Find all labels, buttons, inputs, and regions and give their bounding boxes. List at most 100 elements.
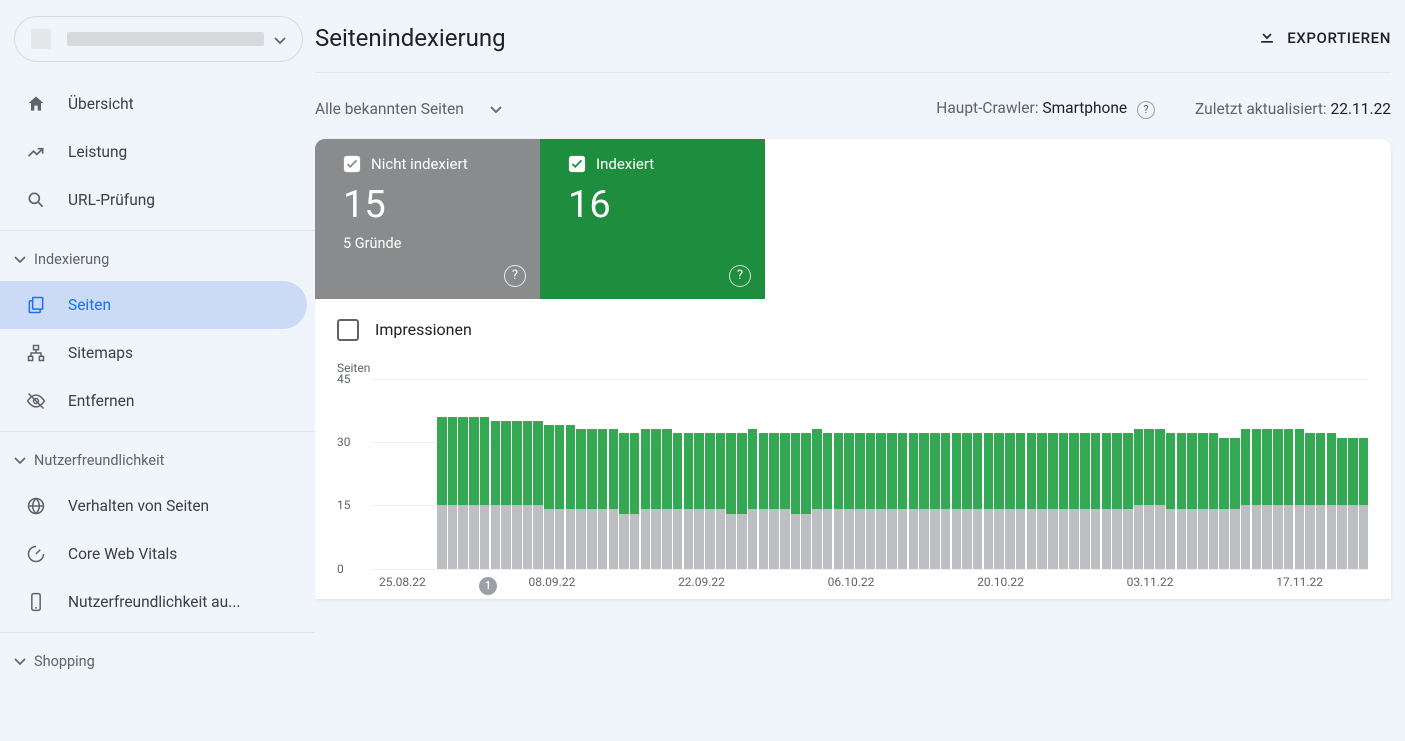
bar[interactable] bbox=[1337, 379, 1347, 569]
sidebar-section-ux[interactable]: Nutzerfreundlichkeit bbox=[0, 438, 307, 482]
bar[interactable] bbox=[823, 379, 833, 569]
help-icon[interactable]: ? bbox=[504, 265, 526, 287]
bar[interactable] bbox=[1048, 379, 1058, 569]
bar[interactable] bbox=[1027, 379, 1037, 569]
bar[interactable] bbox=[994, 379, 1004, 569]
bar[interactable] bbox=[844, 379, 854, 569]
bar[interactable] bbox=[1219, 379, 1229, 569]
bar[interactable] bbox=[737, 379, 747, 569]
bar[interactable] bbox=[587, 379, 597, 569]
bar[interactable] bbox=[1005, 379, 1015, 569]
tile-not-indexed[interactable]: Nicht indexiert 15 5 Gründe ? bbox=[315, 139, 540, 299]
annotation-dot[interactable]: 1 bbox=[479, 577, 497, 595]
bar[interactable] bbox=[448, 379, 458, 569]
bar[interactable] bbox=[1123, 379, 1133, 569]
bar[interactable] bbox=[458, 379, 468, 569]
bar[interactable] bbox=[855, 379, 865, 569]
bar[interactable] bbox=[1155, 379, 1165, 569]
bar[interactable] bbox=[1262, 379, 1272, 569]
bar[interactable] bbox=[598, 379, 608, 569]
bar[interactable] bbox=[791, 379, 801, 569]
bar[interactable] bbox=[523, 379, 533, 569]
bar[interactable] bbox=[1295, 379, 1305, 569]
bar[interactable] bbox=[930, 379, 940, 569]
bar[interactable] bbox=[662, 379, 672, 569]
bar[interactable] bbox=[533, 379, 543, 569]
filter-dropdown[interactable]: Alle bekannten Seiten bbox=[315, 100, 502, 118]
bar[interactable] bbox=[705, 379, 715, 569]
bar[interactable] bbox=[555, 379, 565, 569]
bar[interactable] bbox=[952, 379, 962, 569]
bar[interactable] bbox=[566, 379, 576, 569]
bar[interactable] bbox=[748, 379, 758, 569]
help-icon[interactable]: ? bbox=[729, 265, 751, 287]
bar[interactable] bbox=[769, 379, 779, 569]
bar[interactable] bbox=[876, 379, 886, 569]
sidebar-item-pages[interactable]: Seiten bbox=[0, 281, 307, 329]
bar[interactable] bbox=[1273, 379, 1283, 569]
bar[interactable] bbox=[1187, 379, 1197, 569]
bar[interactable] bbox=[1080, 379, 1090, 569]
bar[interactable] bbox=[576, 379, 586, 569]
bar[interactable] bbox=[1059, 379, 1069, 569]
bar[interactable] bbox=[1037, 379, 1047, 569]
bar[interactable] bbox=[1209, 379, 1219, 569]
bar[interactable] bbox=[909, 379, 919, 569]
sidebar-section-indexing[interactable]: Indexierung bbox=[0, 237, 307, 281]
bar[interactable] bbox=[1230, 379, 1240, 569]
sidebar-item-core-web-vitals[interactable]: Core Web Vitals bbox=[0, 530, 307, 578]
impressions-toggle[interactable]: Impressionen bbox=[315, 299, 1391, 347]
bar[interactable] bbox=[1241, 379, 1251, 569]
bar[interactable] bbox=[1144, 379, 1154, 569]
help-icon[interactable]: ? bbox=[1137, 101, 1155, 119]
bar[interactable] bbox=[694, 379, 704, 569]
bar[interactable] bbox=[630, 379, 640, 569]
bar[interactable] bbox=[1284, 379, 1294, 569]
bar[interactable] bbox=[1016, 379, 1026, 569]
bar[interactable] bbox=[759, 379, 769, 569]
export-button[interactable]: EXPORTIEREN bbox=[1257, 26, 1391, 50]
bar[interactable] bbox=[641, 379, 651, 569]
bar[interactable] bbox=[1316, 379, 1326, 569]
bar[interactable] bbox=[1305, 379, 1315, 569]
bar[interactable] bbox=[1359, 379, 1369, 569]
bar[interactable] bbox=[1134, 379, 1144, 569]
sidebar-item-page-experience[interactable]: Verhalten von Seiten bbox=[0, 482, 307, 530]
bar[interactable] bbox=[962, 379, 972, 569]
bar[interactable] bbox=[834, 379, 844, 569]
bar[interactable] bbox=[1112, 379, 1122, 569]
sidebar-item-performance[interactable]: Leistung bbox=[0, 128, 307, 176]
tile-indexed[interactable]: Indexiert 16 ? bbox=[540, 139, 765, 299]
sidebar-item-mobile-usability[interactable]: Nutzerfreundlichkeit au... bbox=[0, 578, 307, 626]
bar[interactable] bbox=[491, 379, 501, 569]
sidebar-item-overview[interactable]: Übersicht bbox=[0, 80, 307, 128]
bar[interactable] bbox=[1091, 379, 1101, 569]
bar[interactable] bbox=[1102, 379, 1112, 569]
bar[interactable] bbox=[726, 379, 736, 569]
bar[interactable] bbox=[941, 379, 951, 569]
bar[interactable] bbox=[684, 379, 694, 569]
bar[interactable] bbox=[716, 379, 726, 569]
bar[interactable] bbox=[1177, 379, 1187, 569]
bar[interactable] bbox=[973, 379, 983, 569]
bar[interactable] bbox=[673, 379, 683, 569]
bar[interactable] bbox=[609, 379, 619, 569]
bar[interactable] bbox=[984, 379, 994, 569]
bar[interactable] bbox=[887, 379, 897, 569]
bar[interactable] bbox=[469, 379, 479, 569]
bar[interactable] bbox=[1327, 379, 1337, 569]
bar[interactable] bbox=[437, 379, 447, 569]
sidebar-item-url-inspect[interactable]: URL-Prüfung bbox=[0, 176, 307, 224]
bar[interactable] bbox=[1069, 379, 1079, 569]
bar[interactable] bbox=[1348, 379, 1358, 569]
bar[interactable] bbox=[780, 379, 790, 569]
property-selector[interactable] bbox=[14, 16, 303, 62]
sidebar-item-sitemaps[interactable]: Sitemaps bbox=[0, 329, 307, 377]
bar[interactable] bbox=[544, 379, 554, 569]
bar[interactable] bbox=[512, 379, 522, 569]
bar[interactable] bbox=[1166, 379, 1176, 569]
bar[interactable] bbox=[866, 379, 876, 569]
bar[interactable] bbox=[1198, 379, 1208, 569]
bar[interactable] bbox=[812, 379, 822, 569]
bar[interactable] bbox=[919, 379, 929, 569]
